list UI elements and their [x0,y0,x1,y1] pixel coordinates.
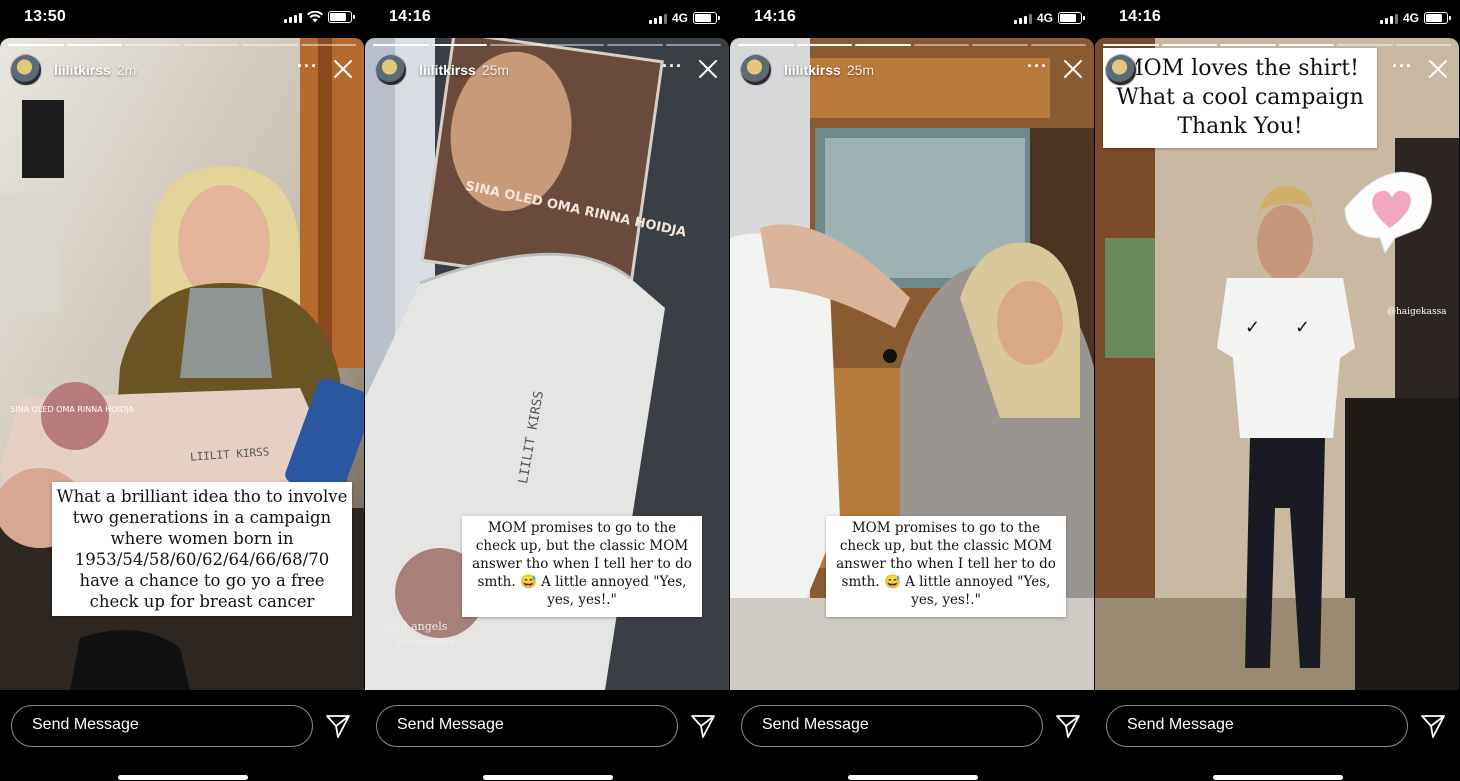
reply-bar: Send Message [730,690,1094,781]
time-ago: 25m [481,62,510,78]
story-progress [373,44,721,46]
close-icon[interactable] [697,58,719,80]
send-arrow-icon[interactable] [1420,713,1446,739]
story-header: ··· [1105,54,1451,88]
story-progress [738,44,1086,46]
close-icon[interactable] [332,58,354,80]
send-message-input[interactable]: Send Message [11,705,313,747]
story-panel-1: 13:50 SINA OLED OMA RINNA HOIDJA LIILIT … [0,0,364,781]
wifi-icon [307,11,323,23]
send-message-input[interactable]: Send Message [376,705,678,747]
story-caption: MOM promises to go to the check up, but … [826,516,1066,617]
username[interactable]: liilitkirss [54,62,111,78]
more-dots-icon[interactable]: ··· [297,56,318,77]
signal-icon [284,12,302,23]
avatar[interactable] [375,54,407,86]
tag-ad-angels: @ad.angels [383,620,448,633]
send-arrow-icon[interactable] [1055,713,1081,739]
network-type: 4G [671,11,688,25]
story-header: liilitkirss 25m ··· [740,54,1086,88]
box-label: SINA OLED OMA RINNA HOIDJA [10,405,134,414]
more-dots-icon[interactable]: ··· [1392,56,1413,77]
status-time: 13:50 [24,8,66,25]
battery-icon [328,11,355,23]
story-content[interactable]: liilitkirss 25m ··· MOM promises to go to… [730,38,1094,690]
home-indicator [483,775,613,780]
status-time: 14:16 [754,8,796,25]
tag-haigekassa: @haigekassa [1387,307,1447,317]
story-panel-2: 14:16 4G SINA OLED OMA RINNA HOIDJA LIIL… [365,0,729,781]
tag-haigekassa: @haigekassa [395,638,455,648]
story-progress [8,44,356,46]
battery-icon [1424,12,1451,24]
story-panel-4: 14:16 4G ✓ ✓ @haigekassa ··· MOM loves t… [1095,0,1460,781]
story-header: liilitkirss 2m ··· [10,54,356,88]
time-ago: 25m [846,62,875,78]
story-caption: What a brilliant idea tho to involve two… [52,482,352,616]
username[interactable]: liilitkirss [784,62,841,78]
story-progress [1103,44,1451,46]
time-ago: 2m [116,62,137,78]
network-type: 4G [1402,11,1419,25]
reply-bar: Send Message [0,690,364,781]
reply-bar: Send Message [1095,690,1459,781]
close-icon[interactable] [1062,58,1084,80]
send-arrow-icon[interactable] [325,713,351,739]
send-arrow-icon[interactable] [690,713,716,739]
close-icon[interactable] [1427,58,1449,80]
more-dots-icon[interactable]: ··· [662,56,683,77]
story-panel-3: 14:16 4G liilitkirss 25m ··· MOM promise… [730,0,1094,781]
send-message-input[interactable]: Send Message [741,705,1043,747]
username-row[interactable]: liilitkirss 25m [419,62,509,78]
status-bar: 14:16 4G [1095,0,1460,36]
home-indicator [118,775,248,780]
send-message-input[interactable]: Send Message [1106,705,1408,747]
status-bar: 13:50 [0,0,364,36]
story-content[interactable]: ✓ ✓ @haigekassa ··· MOM loves the shirt!… [1095,38,1459,690]
svg-text:✓: ✓ [1245,317,1260,338]
story-header: liilitkirss 25m ··· [375,54,721,88]
status-bar: 14:16 4G [365,0,729,36]
battery-icon [1058,12,1085,24]
home-indicator [1213,775,1343,780]
story-content[interactable]: SINA OLED OMA RINNA HOIDJA LIILIT KIRSS … [0,38,364,690]
network-type: 4G [1036,11,1053,25]
avatar[interactable] [10,54,42,86]
home-indicator [848,775,978,780]
signal-icon [648,13,667,24]
username-row[interactable]: liilitkirss 2m [54,62,136,78]
more-dots-icon[interactable]: ··· [1027,56,1048,77]
status-bar: 14:16 4G [730,0,1094,36]
signal-icon [1013,13,1032,24]
username[interactable]: liilitkirss [419,62,476,78]
avatar[interactable] [1105,54,1137,86]
battery-icon [693,12,720,24]
username-row[interactable]: liilitkirss 25m [784,62,874,78]
signal-icon [1379,13,1398,24]
avatar[interactable] [740,54,772,86]
svg-text:✓: ✓ [1295,317,1310,338]
status-time: 14:16 [389,8,431,25]
reply-bar: Send Message [365,690,729,781]
status-time: 14:16 [1119,8,1161,25]
story-caption: MOM promises to go to the check up, but … [462,516,702,617]
story-content[interactable]: SINA OLED OMA RINNA HOIDJA LIILIT KIRSS … [365,38,729,690]
